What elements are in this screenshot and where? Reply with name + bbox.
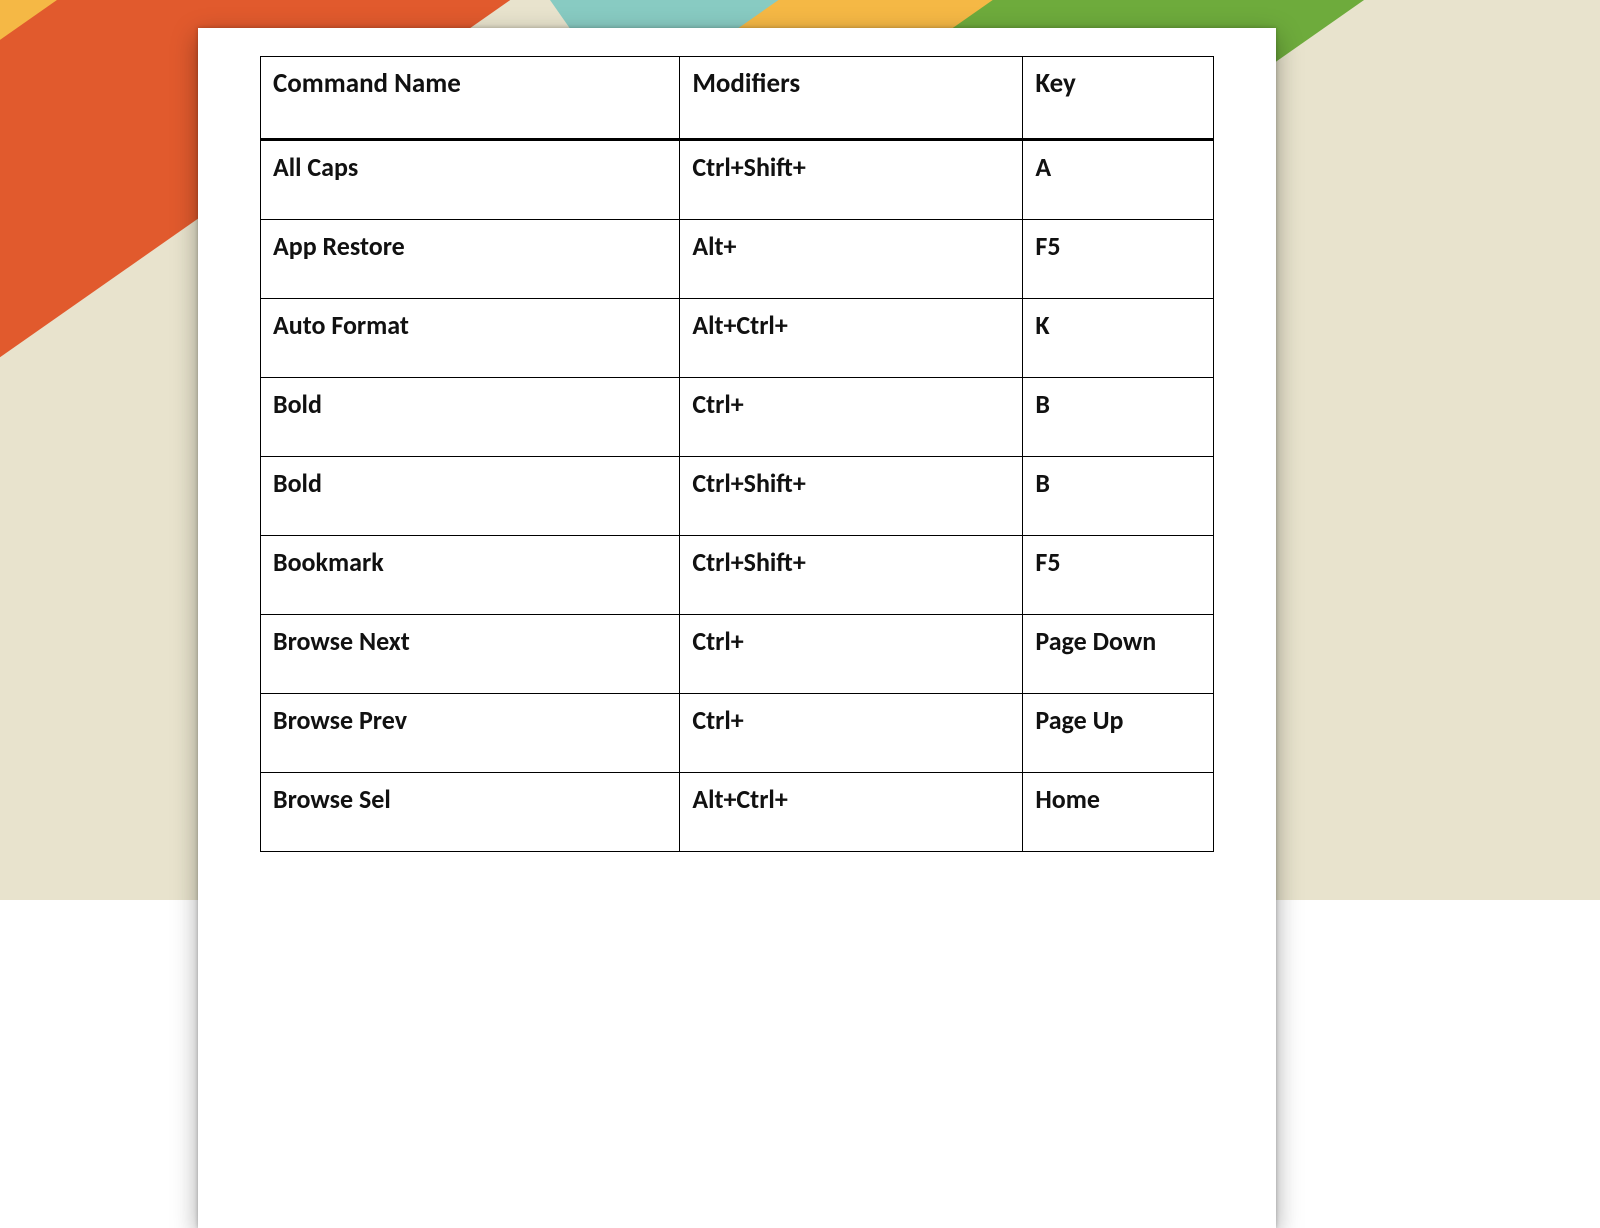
cell-modifiers: Alt+Ctrl+	[680, 299, 1023, 378]
shortcuts-tbody: All Caps Ctrl+Shift+ A App Restore Alt+ …	[261, 140, 1214, 852]
table-row: Bookmark Ctrl+Shift+ F5	[261, 536, 1214, 615]
cell-command: Bold	[261, 457, 680, 536]
cell-modifiers: Alt+Ctrl+	[680, 773, 1023, 852]
cell-key: B	[1023, 378, 1214, 457]
cell-key: K	[1023, 299, 1214, 378]
header-key: Key	[1023, 57, 1214, 140]
cell-command: App Restore	[261, 220, 680, 299]
table-header-row: Command Name Modifiers Key	[261, 57, 1214, 140]
table-row: All Caps Ctrl+Shift+ A	[261, 140, 1214, 220]
cell-command: Auto Format	[261, 299, 680, 378]
cell-key: Home	[1023, 773, 1214, 852]
cell-key: F5	[1023, 220, 1214, 299]
cell-command: Browse Prev	[261, 694, 680, 773]
cell-modifiers: Ctrl+Shift+	[680, 536, 1023, 615]
document-page: Command Name Modifiers Key All Caps Ctrl…	[198, 28, 1276, 1228]
cell-modifiers: Ctrl+	[680, 615, 1023, 694]
cell-modifiers: Ctrl+	[680, 694, 1023, 773]
cell-command: All Caps	[261, 140, 680, 220]
cell-modifiers: Ctrl+Shift+	[680, 140, 1023, 220]
cell-modifiers: Alt+	[680, 220, 1023, 299]
cell-modifiers: Ctrl+Shift+	[680, 457, 1023, 536]
cell-key: B	[1023, 457, 1214, 536]
header-modifiers: Modifiers	[680, 57, 1023, 140]
table-row: App Restore Alt+ F5	[261, 220, 1214, 299]
cell-key: A	[1023, 140, 1214, 220]
table-row: Browse Next Ctrl+ Page Down	[261, 615, 1214, 694]
shortcuts-table: Command Name Modifiers Key All Caps Ctrl…	[260, 56, 1214, 852]
cell-key: Page Up	[1023, 694, 1214, 773]
cell-command: Browse Sel	[261, 773, 680, 852]
table-row: Browse Prev Ctrl+ Page Up	[261, 694, 1214, 773]
cell-command: Browse Next	[261, 615, 680, 694]
cell-key: Page Down	[1023, 615, 1214, 694]
table-row: Bold Ctrl+Shift+ B	[261, 457, 1214, 536]
cell-command: Bold	[261, 378, 680, 457]
table-row: Auto Format Alt+Ctrl+ K	[261, 299, 1214, 378]
table-row: Browse Sel Alt+Ctrl+ Home	[261, 773, 1214, 852]
cell-command: Bookmark	[261, 536, 680, 615]
table-row: Bold Ctrl+ B	[261, 378, 1214, 457]
header-command: Command Name	[261, 57, 680, 140]
cell-key: F5	[1023, 536, 1214, 615]
cell-modifiers: Ctrl+	[680, 378, 1023, 457]
